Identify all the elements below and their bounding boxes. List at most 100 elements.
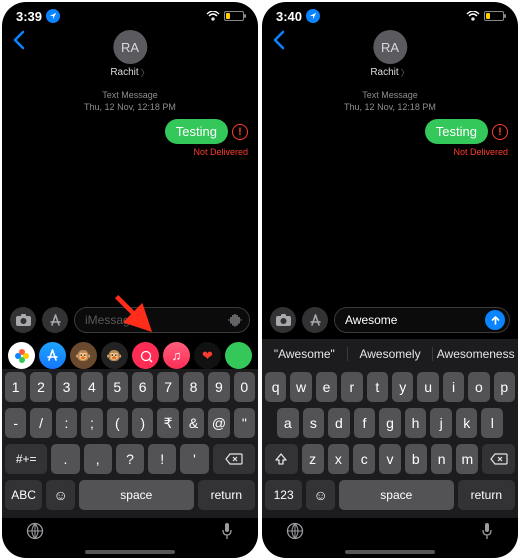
message-thread[interactable]: Text Message Thu, 12 Nov, 12:18 PM Testi… xyxy=(262,84,518,301)
emoji-key[interactable]: ☺ xyxy=(46,480,75,510)
back-button[interactable] xyxy=(272,30,286,56)
key[interactable]: q xyxy=(265,372,286,402)
key[interactable]: i xyxy=(443,372,464,402)
keyboard[interactable]: q w e r t y u i o p a s d f g h j k l z … xyxy=(262,369,518,518)
key[interactable]: w xyxy=(290,372,311,402)
key[interactable]: z xyxy=(302,444,324,474)
message-input[interactable]: Awesome xyxy=(334,307,510,333)
backspace-key[interactable] xyxy=(213,444,255,474)
keyboard[interactable]: 1 2 3 4 5 6 7 8 9 0 - / : ; ( ) ₹ & @ " … xyxy=(2,369,258,518)
key[interactable]: ) xyxy=(132,408,153,438)
contact-header[interactable]: RA Rachit〉 xyxy=(370,30,409,79)
globe-icon[interactable] xyxy=(286,522,304,545)
key[interactable]: d xyxy=(328,408,350,438)
key[interactable]: l xyxy=(481,408,503,438)
key[interactable]: 0 xyxy=(234,372,255,402)
mode-switch-key[interactable]: 123 xyxy=(265,480,302,510)
key[interactable]: 9 xyxy=(208,372,229,402)
key[interactable]: . xyxy=(51,444,79,474)
extra-app-icon[interactable] xyxy=(225,342,252,369)
dictation-icon[interactable] xyxy=(480,522,494,545)
key[interactable]: , xyxy=(84,444,112,474)
key[interactable]: 8 xyxy=(183,372,204,402)
digital-touch-icon[interactable]: ❤ xyxy=(194,342,221,369)
contact-header[interactable]: RA Rachit〉 xyxy=(110,30,149,79)
key[interactable]: 1 xyxy=(5,372,26,402)
dictation-icon[interactable] xyxy=(220,522,234,545)
return-key[interactable]: return xyxy=(458,480,515,510)
key[interactable]: n xyxy=(431,444,453,474)
memoji-app-icon[interactable]: 🐵 xyxy=(70,342,97,369)
key[interactable]: t xyxy=(367,372,388,402)
key[interactable]: s xyxy=(303,408,325,438)
music-app-icon[interactable]: ♫ xyxy=(163,342,190,369)
key[interactable]: m xyxy=(456,444,478,474)
symbols-shift-key[interactable]: #+= xyxy=(5,444,47,474)
key[interactable]: v xyxy=(379,444,401,474)
key[interactable]: g xyxy=(379,408,401,438)
sent-message-bubble[interactable]: Testing xyxy=(165,119,228,144)
key[interactable]: c xyxy=(353,444,375,474)
error-badge-icon[interactable]: ! xyxy=(232,124,248,140)
app-store-button[interactable] xyxy=(42,307,68,333)
key[interactable]: ? xyxy=(116,444,144,474)
key[interactable]: & xyxy=(183,408,204,438)
key[interactable]: ! xyxy=(148,444,176,474)
key[interactable]: a xyxy=(277,408,299,438)
return-key[interactable]: return xyxy=(198,480,255,510)
space-key[interactable]: space xyxy=(339,480,454,510)
key[interactable]: x xyxy=(328,444,350,474)
key[interactable]: ₹ xyxy=(157,408,178,438)
key[interactable]: : xyxy=(56,408,77,438)
key[interactable]: f xyxy=(354,408,376,438)
message-input[interactable]: iMessage xyxy=(74,307,250,333)
app-drawer[interactable]: 🐵 🐵 ♫ ❤ xyxy=(2,339,258,369)
shift-key[interactable] xyxy=(265,444,298,474)
suggestion[interactable]: Awesomely xyxy=(348,347,434,361)
key[interactable]: e xyxy=(316,372,337,402)
backspace-key[interactable] xyxy=(482,444,515,474)
key[interactable]: r xyxy=(341,372,362,402)
photos-app-icon[interactable] xyxy=(8,342,35,369)
key[interactable]: 4 xyxy=(81,372,102,402)
globe-icon[interactable] xyxy=(26,522,44,545)
emoji-key[interactable]: ☺ xyxy=(306,480,335,510)
key[interactable]: o xyxy=(468,372,489,402)
key[interactable]: @ xyxy=(208,408,229,438)
key[interactable]: h xyxy=(405,408,427,438)
key[interactable]: " xyxy=(234,408,255,438)
key[interactable]: ' xyxy=(180,444,208,474)
key[interactable]: u xyxy=(417,372,438,402)
key[interactable]: ; xyxy=(81,408,102,438)
key[interactable]: y xyxy=(392,372,413,402)
home-indicator[interactable] xyxy=(345,550,435,554)
hashtag-app-icon[interactable] xyxy=(132,342,159,369)
key[interactable]: 6 xyxy=(132,372,153,402)
key[interactable]: p xyxy=(494,372,515,402)
key[interactable]: 7 xyxy=(157,372,178,402)
sent-message-bubble[interactable]: Testing xyxy=(425,119,488,144)
suggestion[interactable]: "Awesome" xyxy=(262,347,348,361)
key[interactable]: ( xyxy=(107,408,128,438)
key[interactable]: / xyxy=(30,408,51,438)
audio-record-button[interactable] xyxy=(225,310,245,330)
back-button[interactable] xyxy=(12,30,26,56)
camera-button[interactable] xyxy=(270,307,296,333)
error-badge-icon[interactable]: ! xyxy=(492,124,508,140)
mode-switch-key[interactable]: ABC xyxy=(5,480,42,510)
home-indicator[interactable] xyxy=(85,550,175,554)
key[interactable]: k xyxy=(456,408,478,438)
app-store-button[interactable] xyxy=(302,307,328,333)
space-key[interactable]: space xyxy=(79,480,194,510)
key[interactable]: 2 xyxy=(30,372,51,402)
camera-button[interactable] xyxy=(10,307,36,333)
key[interactable]: j xyxy=(430,408,452,438)
key[interactable]: - xyxy=(5,408,26,438)
send-button[interactable] xyxy=(485,310,505,330)
key[interactable]: b xyxy=(405,444,427,474)
animoji-app-icon[interactable]: 🐵 xyxy=(101,342,128,369)
store-app-icon[interactable] xyxy=(39,342,66,369)
key[interactable]: 3 xyxy=(56,372,77,402)
suggestion[interactable]: Awesomeness xyxy=(433,347,518,361)
key[interactable]: 5 xyxy=(107,372,128,402)
